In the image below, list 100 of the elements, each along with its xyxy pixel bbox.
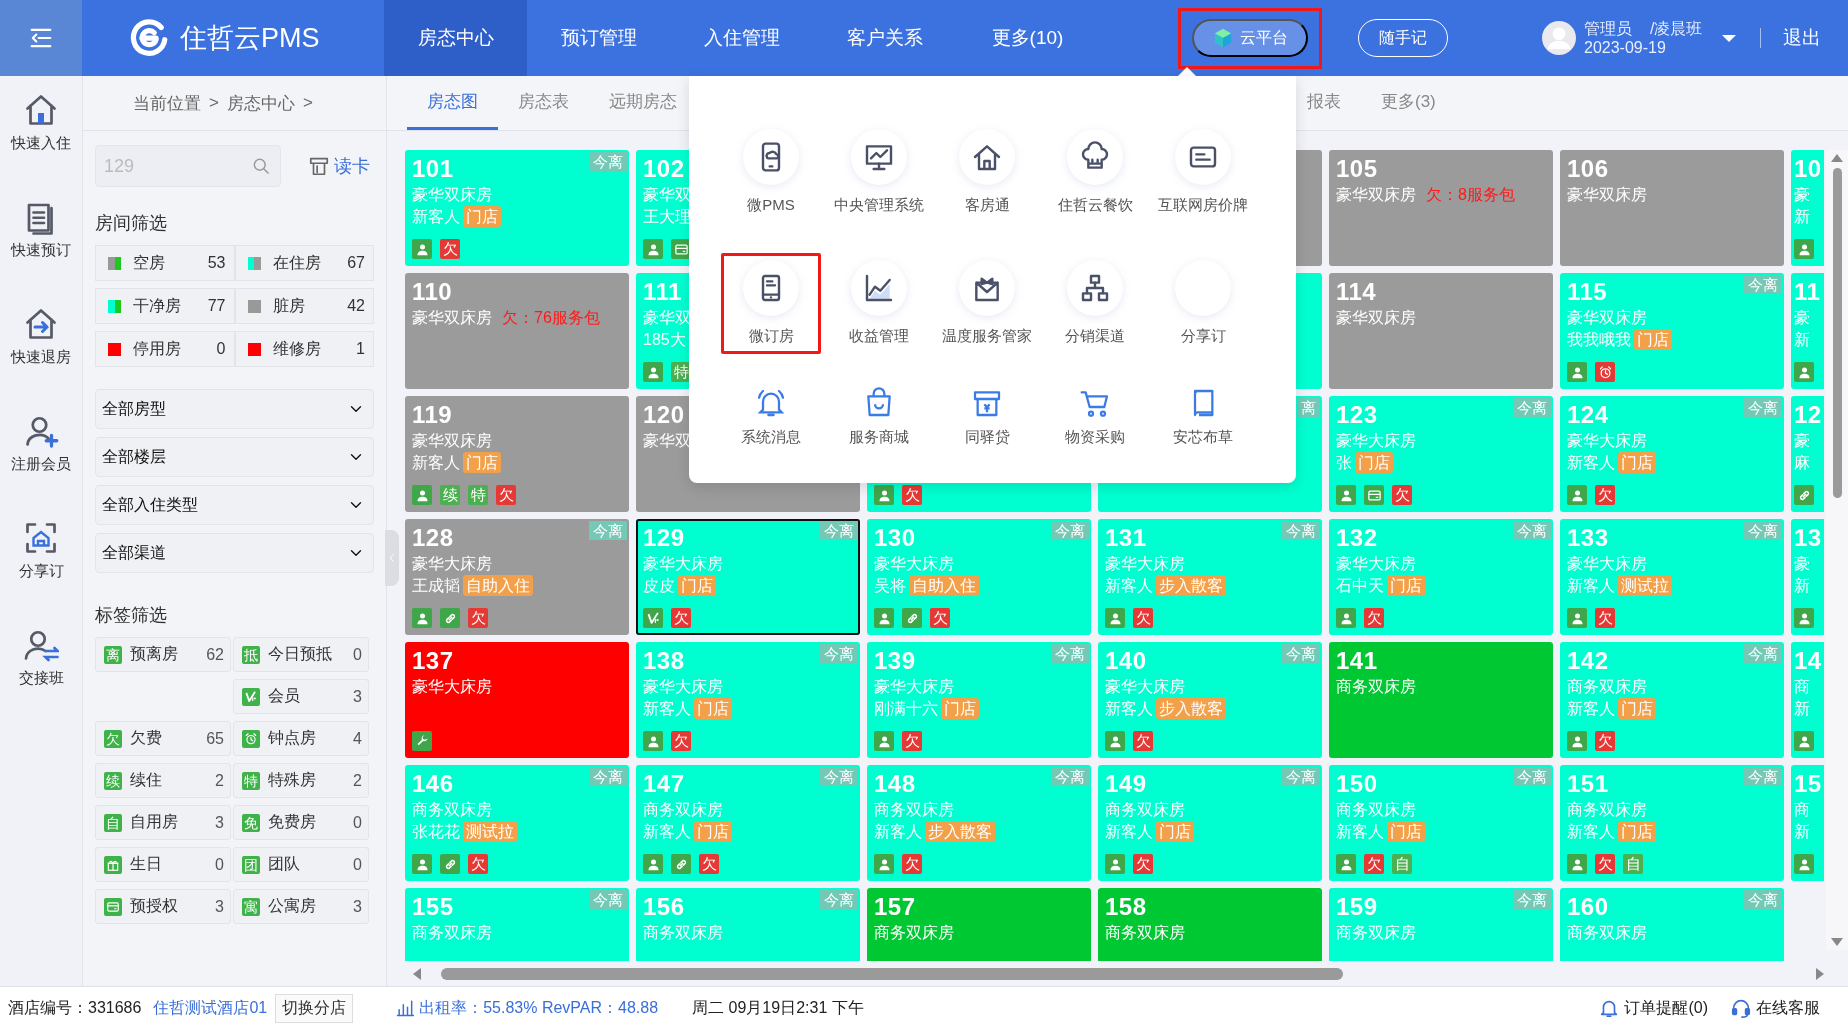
app-launcher-item[interactable]: 分销渠道 bbox=[1045, 253, 1145, 354]
dropdown[interactable]: 全部入住类型 bbox=[95, 485, 374, 525]
room-card[interactable]: 123 今离 豪华大床房 张 门店 欠 bbox=[1329, 396, 1553, 512]
app-launcher-item[interactable]: 温度服务管家 bbox=[937, 253, 1037, 354]
view-tab[interactable]: 房态表 bbox=[498, 75, 589, 130]
order-alert-link[interactable]: 订单提醒(0) bbox=[1624, 997, 1708, 1019]
room-card[interactable]: 157 商务双床房 bbox=[867, 888, 1091, 961]
hotel-name-link[interactable]: 住哲测试酒店01 bbox=[153, 997, 268, 1019]
room-card[interactable]: 106 豪华双床房 bbox=[1560, 150, 1784, 266]
cloud-platform-button[interactable]: 云平台 bbox=[1192, 19, 1308, 57]
app-launcher-item[interactable]: 服务商城 bbox=[829, 384, 929, 455]
scrollbar-thumb[interactable] bbox=[441, 968, 1343, 980]
room-card[interactable]: 149 今离 商务双床房 新客人 门店 欠 bbox=[1098, 765, 1322, 881]
tag-filter-option[interactable]: 预授权 3 bbox=[95, 889, 231, 924]
room-card[interactable]: 131 今离 豪华大床房 新客人 步入散客 欠 bbox=[1098, 519, 1322, 635]
quick-action-button[interactable]: 快速入住 bbox=[1, 92, 81, 199]
room-card[interactable]: 133 今离 豪华大床房 新客人 测试拉 欠 bbox=[1560, 519, 1784, 635]
scroll-up-arrow-icon[interactable] bbox=[1831, 154, 1843, 162]
read-card-button[interactable]: 读卡 bbox=[308, 154, 370, 178]
nav-tab[interactable]: 入住管理 bbox=[670, 0, 813, 76]
room-card[interactable]: 105 豪华双床房 欠：8服务包 bbox=[1329, 150, 1553, 266]
room-filter-option[interactable]: 空房 53 bbox=[95, 245, 235, 281]
nav-tab[interactable]: 更多(10) bbox=[956, 0, 1099, 76]
tag-filter-option[interactable]: 特 特殊房 2 bbox=[233, 763, 369, 798]
online-support-link[interactable]: 在线客服 bbox=[1756, 997, 1820, 1019]
switch-branch-button[interactable]: 切换分店 bbox=[275, 993, 354, 1023]
app-launcher-item[interactable]: 分享订 bbox=[1153, 253, 1253, 354]
room-card[interactable]: 137 豪华大床房 bbox=[405, 642, 629, 758]
room-card[interactable]: 148 今离 商务双床房 新客人 步入散客 欠 bbox=[867, 765, 1091, 881]
room-card[interactable]: 139 今离 豪华大床房 刚满十六 门店 欠 bbox=[867, 642, 1091, 758]
room-card[interactable]: 129 今离 豪华大床房 皮皮 门店 欠 bbox=[636, 519, 860, 635]
collapse-handle[interactable] bbox=[385, 530, 399, 586]
scroll-down-arrow-icon[interactable] bbox=[1831, 938, 1843, 946]
tag-filter-option[interactable]: 离 预离房 62 bbox=[95, 637, 231, 672]
tag-filter-option[interactable]: 生日 0 bbox=[95, 847, 231, 882]
room-card[interactable]: 142 今离 商务双床房 新客人 门店 欠 bbox=[1560, 642, 1784, 758]
room-filter-option[interactable]: 干净房 77 bbox=[95, 288, 235, 324]
room-card[interactable]: 132 今离 豪华大床房 石中天 门店 欠 bbox=[1329, 519, 1553, 635]
tag-filter-option[interactable]: 团 团队 0 bbox=[233, 847, 369, 882]
app-launcher-item[interactable]: 中央管理系统 bbox=[829, 122, 929, 223]
room-filter-option[interactable]: 维修房 1 bbox=[234, 331, 374, 367]
quick-action-button[interactable]: 快速预订 bbox=[1, 199, 81, 306]
tag-filter-option[interactable]: 续 续住 2 bbox=[95, 763, 231, 798]
caret-icon[interactable] bbox=[1722, 34, 1737, 42]
scroll-left-arrow-icon[interactable] bbox=[413, 968, 421, 980]
app-launcher-item[interactable]: 同驿贷 bbox=[937, 384, 1037, 455]
room-card[interactable]: 147 今离 商务双床房 新客人 门店 欠 bbox=[636, 765, 860, 881]
tag-filter-option[interactable]: 自 自用房 3 bbox=[95, 805, 231, 840]
app-launcher-item[interactable]: 互联网房价牌 bbox=[1153, 122, 1253, 223]
quick-action-button[interactable]: 分享订 bbox=[1, 520, 81, 627]
room-card[interactable]: 140 今离 豪华大床房 新客人 步入散客 欠 bbox=[1098, 642, 1322, 758]
view-tab[interactable]: 房态图 bbox=[407, 75, 498, 130]
room-card[interactable]: 146 今离 商务双床房 张花花 测试拉 欠 bbox=[405, 765, 629, 881]
room-card[interactable]: 130 今离 豪华大床房 吴将 自助入住 欠 bbox=[867, 519, 1091, 635]
scroll-right-arrow-icon[interactable] bbox=[1816, 968, 1824, 980]
room-card[interactable]: 138 今离 豪华大床房 新客人 门店 欠 bbox=[636, 642, 860, 758]
logout-link[interactable]: 退出 bbox=[1783, 25, 1822, 51]
room-card[interactable]: 101 今离 豪华双床房 新客人 门店 欠 bbox=[405, 150, 629, 266]
room-card[interactable]: 128 今离 豪华大床房 王成韬 自助入住 欠 bbox=[405, 519, 629, 635]
app-launcher-item[interactable]: 微PMS bbox=[721, 122, 821, 223]
dropdown[interactable]: 全部渠道 bbox=[95, 533, 374, 573]
room-card[interactable]: 141 商务双床房 bbox=[1329, 642, 1553, 758]
app-launcher-item[interactable]: 收益管理 bbox=[829, 253, 929, 354]
app-launcher-item[interactable]: 住哲云餐饮 bbox=[1045, 122, 1145, 223]
vertical-scrollbar[interactable] bbox=[1826, 150, 1848, 950]
app-launcher-item[interactable]: 安芯布草 bbox=[1153, 384, 1253, 455]
app-launcher-item[interactable]: 系统消息 bbox=[721, 384, 821, 455]
room-filter-option[interactable]: 停用房 0 bbox=[95, 331, 235, 367]
nav-tab[interactable]: 客户关系 bbox=[813, 0, 956, 76]
tag-filter-option[interactable]: 寓 公寓房 3 bbox=[233, 889, 369, 924]
dropdown[interactable]: 全部楼层 bbox=[95, 437, 374, 477]
room-card[interactable]: 151 今离 商务双床房 新客人 门店 欠 自 bbox=[1560, 765, 1784, 881]
tag-filter-option[interactable]: 欠 欠费 65 bbox=[95, 721, 231, 756]
room-filter-option[interactable]: 脏房 42 bbox=[234, 288, 374, 324]
view-tab[interactable]: 更多(3) bbox=[1361, 75, 1456, 130]
room-card[interactable]: 119 豪华双床房 新客人 门店 续 特 欠 bbox=[405, 396, 629, 512]
tag-filter-option[interactable]: 钟点房 4 bbox=[233, 721, 369, 756]
dropdown[interactable]: 全部房型 bbox=[95, 389, 374, 429]
nav-tab[interactable]: 房态中心 bbox=[384, 0, 527, 76]
room-card[interactable]: 110 豪华双床房 欠：76服务包 bbox=[405, 273, 629, 389]
room-card[interactable]: 150 今离 商务双床房 新客人 门店 欠 自 bbox=[1329, 765, 1553, 881]
nav-tab[interactable]: 预订管理 bbox=[527, 0, 670, 76]
room-number: 140 bbox=[1105, 648, 1147, 674]
room-card[interactable]: 114 豪华双床房 bbox=[1329, 273, 1553, 389]
room-card[interactable]: 124 今离 豪华大床房 新客人 门店 欠 bbox=[1560, 396, 1784, 512]
room-card[interactable]: 158 商务双床房 bbox=[1098, 888, 1322, 961]
room-filter-option[interactable]: 在住房 67 bbox=[234, 245, 374, 281]
tag-filter-option[interactable]: 免 免费房 0 bbox=[233, 805, 369, 840]
quick-action-button[interactable]: 注册会员 bbox=[1, 413, 81, 520]
app-launcher-item[interactable]: 客房通 bbox=[937, 122, 1037, 223]
search-icon bbox=[251, 156, 271, 176]
scrollbar-thumb[interactable] bbox=[1832, 168, 1842, 498]
menu-icon-button[interactable] bbox=[0, 0, 82, 76]
tag-filter-option[interactable]: 抵 今日预抵 0 bbox=[233, 637, 369, 672]
app-launcher-item[interactable]: 物资采购 bbox=[1045, 384, 1145, 455]
app-launcher-item[interactable]: 微订房 bbox=[721, 253, 821, 354]
quick-action-button[interactable]: 快速退房 bbox=[1, 306, 81, 413]
search-field[interactable]: 129 bbox=[95, 145, 281, 187]
quick-action-button[interactable]: 交接班 bbox=[1, 627, 81, 734]
tag-filter-option[interactable]: 会员 3 bbox=[233, 679, 369, 714]
